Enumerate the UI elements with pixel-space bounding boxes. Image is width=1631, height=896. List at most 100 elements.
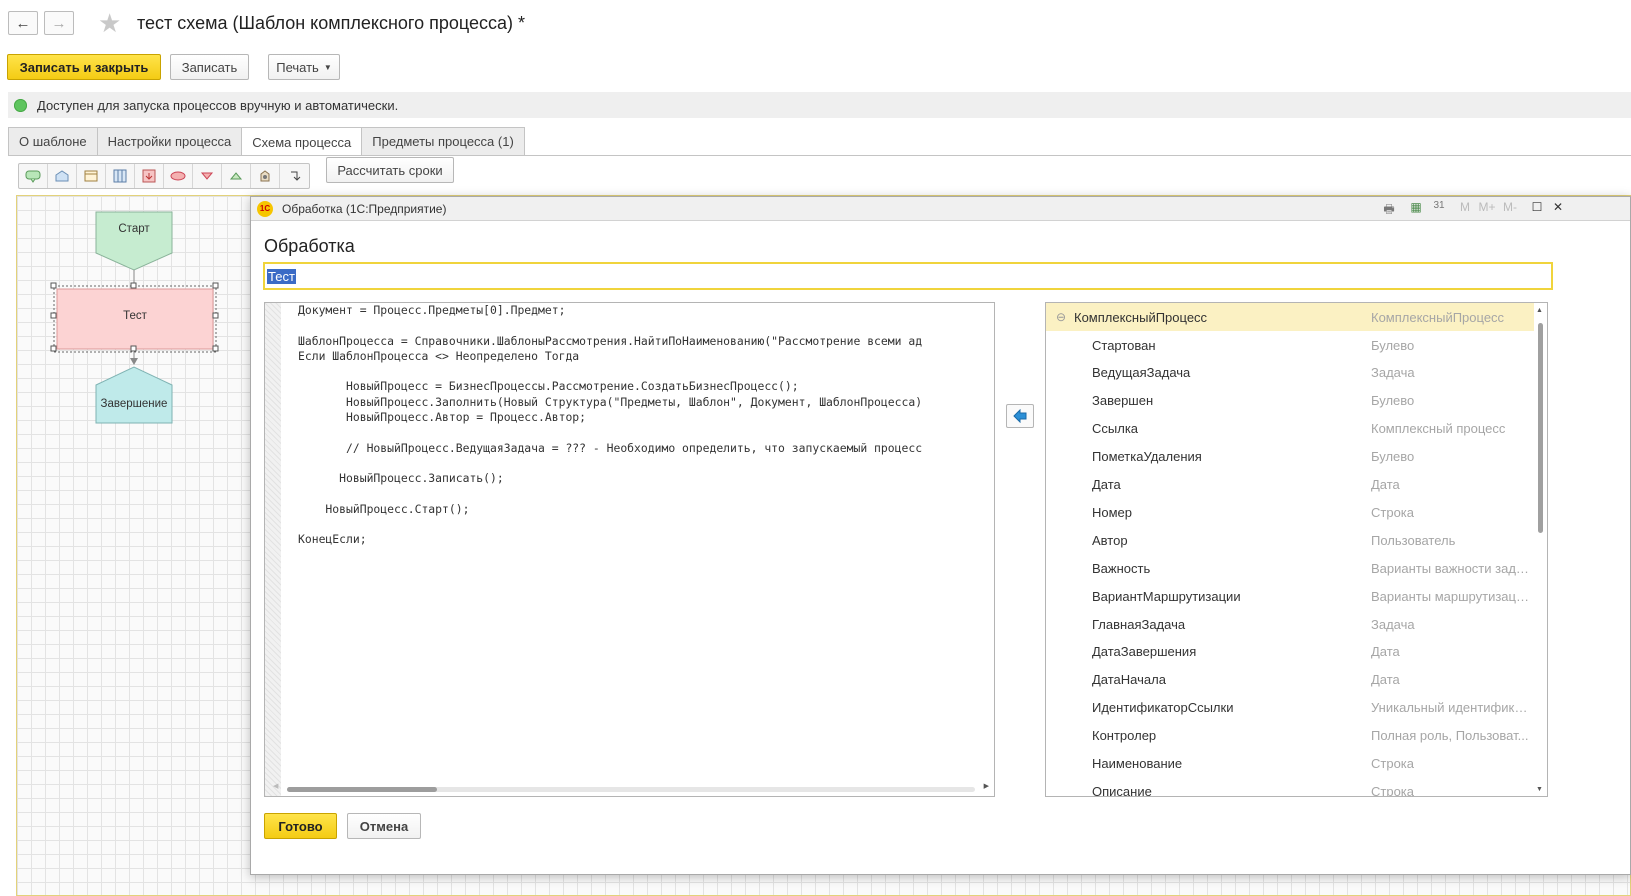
tab-about-template[interactable]: О шаблоне — [8, 127, 98, 155]
tree-row[interactable]: Ссылка Комплексный процесс — [1046, 415, 1534, 443]
forward-button[interactable]: → — [44, 11, 74, 35]
code-line: Документ = Процесс.Предметы[0].Предмет; — [298, 303, 566, 317]
start-node-label[interactable]: Старт — [96, 223, 172, 235]
scroll-right-icon[interactable]: ▶ — [984, 782, 989, 790]
memory-minus-icon[interactable]: M- — [1500, 200, 1520, 214]
chevron-down-icon: ▼ — [323, 62, 332, 72]
app-logo-icon: 1С — [257, 200, 273, 217]
tree-row-name: ДатаНачала — [1092, 672, 1166, 688]
insert-field-button[interactable] — [1006, 404, 1034, 428]
calendar-icon[interactable]: 31 — [1429, 200, 1449, 211]
tree-row-type: Варианты важности зада... — [1371, 560, 1531, 576]
tree-row-name: Автор — [1092, 532, 1128, 548]
decision-point-icon[interactable] — [193, 164, 222, 188]
action-point-icon[interactable] — [164, 164, 193, 188]
tree-row[interactable]: Контролер Полная роль, Пользоват... — [1046, 722, 1534, 750]
tree-row[interactable]: Завершен Булево — [1046, 387, 1534, 415]
column-point-icon[interactable] — [106, 164, 135, 188]
tree-row-name: ВедущаяЗадача — [1092, 365, 1191, 381]
tree-row[interactable]: Описание Строка — [1046, 777, 1534, 797]
done-button[interactable]: Готово — [264, 813, 337, 839]
tab-process-subjects[interactable]: Предметы процесса (1) — [361, 127, 525, 155]
code-line: НовыйПроцесс.Автор = Процесс.Автор; — [298, 410, 587, 425]
code-editor[interactable]: Документ = Процесс.Предметы[0].Предмет; Ш… — [264, 302, 995, 797]
tree-vscrollbar[interactable]: ▲ ▼ — [1535, 307, 1545, 793]
maximize-icon[interactable]: ☐ — [1527, 200, 1547, 214]
end-shape — [95, 366, 173, 424]
close-icon[interactable]: ✕ — [1548, 200, 1568, 214]
tree-row-name: ПометкаУдаления — [1092, 449, 1202, 465]
tree-row[interactable]: ПометкаУдаления Булево — [1046, 443, 1534, 471]
tree-row[interactable]: Автор Пользователь — [1046, 526, 1534, 554]
star-icon[interactable]: ★ — [98, 8, 121, 39]
tab-process-scheme[interactable]: Схема процесса — [241, 127, 363, 156]
print-label: Печать — [276, 59, 319, 75]
arrow-right-icon: → — [51, 14, 67, 32]
save-and-close-button[interactable]: Записать и закрыть — [7, 54, 161, 80]
start-point-icon[interactable] — [19, 164, 48, 188]
code-hscrollbar[interactable]: ◀ ▶ — [273, 782, 989, 793]
name-input-value: Тест — [267, 268, 296, 284]
subprocess-point-icon[interactable] — [135, 164, 164, 188]
tree-row[interactable]: Наименование Строка — [1046, 750, 1534, 778]
arrow-left-blue-icon — [1013, 409, 1027, 423]
tree-row[interactable]: ДатаЗавершения Дата — [1046, 638, 1534, 666]
tree-row-name: Контролер — [1092, 728, 1157, 744]
scroll-thumb[interactable] — [287, 787, 437, 792]
calculator-icon[interactable]: ▦ — [1406, 200, 1426, 214]
tree-row-name: Важность — [1092, 560, 1151, 576]
tree-row-name: Наименование — [1092, 756, 1183, 771]
tree-row[interactable]: Номер Строка — [1046, 498, 1534, 526]
tree-row[interactable]: Дата Дата — [1046, 471, 1534, 499]
form-point-icon[interactable] — [77, 164, 106, 188]
code-text[interactable]: Документ = Процесс.Предметы[0].Предмет; Ш… — [298, 303, 922, 548]
tree-row-type: Строка — [1371, 504, 1415, 520]
tree-root-name: КомплексныйПроцесс — [1074, 309, 1208, 325]
collapse-icon[interactable]: ⊖ — [1056, 310, 1066, 324]
tree-row[interactable]: ВариантМаршрутизации Варианты маршрутизац… — [1046, 582, 1534, 610]
tree-row-name: ДатаЗавершения — [1092, 644, 1197, 660]
pentagon-point-icon[interactable] — [48, 164, 77, 188]
memory-m-icon[interactable]: M — [1455, 200, 1475, 214]
print-doc-icon[interactable]: 🖶 — [1379, 200, 1399, 221]
tree-row[interactable]: ГлавнаяЗадача Задача — [1046, 610, 1534, 638]
tree-root-row[interactable]: ⊖ КомплексныйПроцесс КомплексныйПроцесс — [1046, 303, 1534, 331]
tree-row[interactable]: ИдентификаторСсылки Уникальный идентифика… — [1046, 694, 1534, 722]
tree-row-name: Описание — [1092, 783, 1152, 797]
dialog-heading: Обработка — [264, 236, 355, 256]
task-node-label[interactable]: Тест — [57, 310, 213, 322]
back-button[interactable]: ← — [8, 11, 38, 35]
processing-point-icon[interactable] — [251, 164, 280, 188]
tree-row-type: Дата — [1371, 672, 1400, 688]
end-node-label[interactable]: Завершение — [96, 398, 172, 410]
calculate-deadlines-button[interactable]: Рассчитать сроки — [326, 157, 454, 183]
fields-tree[interactable]: ⊖ КомплексныйПроцесс КомплексныйПроцесс … — [1045, 302, 1548, 797]
cancel-button[interactable]: Отмена — [347, 813, 421, 839]
scroll-down-icon[interactable]: ▼ — [1536, 786, 1543, 793]
tree-row-type: Дата — [1371, 644, 1400, 660]
merge-point-icon[interactable] — [222, 164, 251, 188]
name-input[interactable]: Тест — [263, 262, 1553, 290]
print-button[interactable]: Печать ▼ — [268, 54, 340, 80]
tree-row-type: Уникальный идентификат... — [1371, 700, 1531, 716]
tree-row-type: Булево — [1371, 449, 1415, 465]
connector-icon[interactable] — [280, 164, 309, 188]
tree-row-type: Задача — [1371, 616, 1415, 632]
memory-plus-icon[interactable]: M+ — [1477, 200, 1497, 214]
scheme-diagram — [50, 211, 219, 424]
start-shape — [95, 211, 173, 271]
save-button[interactable]: Записать — [170, 54, 249, 80]
code-line: КонецЕсли; — [298, 532, 367, 547]
tree-row[interactable]: Стартован Булево — [1046, 331, 1534, 359]
tree-row[interactable]: ДатаНачала Дата — [1046, 666, 1534, 694]
scroll-up-icon[interactable]: ▲ — [1536, 307, 1543, 314]
tab-process-settings[interactable]: Настройки процесса — [96, 127, 243, 155]
tree-scroll-thumb[interactable] — [1538, 323, 1543, 533]
scroll-left-icon[interactable]: ◀ — [273, 782, 278, 790]
tree-row[interactable]: Важность Варианты важности зада... — [1046, 554, 1534, 582]
tree-row[interactable]: ВедущаяЗадача Задача — [1046, 359, 1534, 387]
status-indicator-icon — [14, 98, 27, 112]
tree-row-name: Стартован — [1092, 337, 1156, 353]
